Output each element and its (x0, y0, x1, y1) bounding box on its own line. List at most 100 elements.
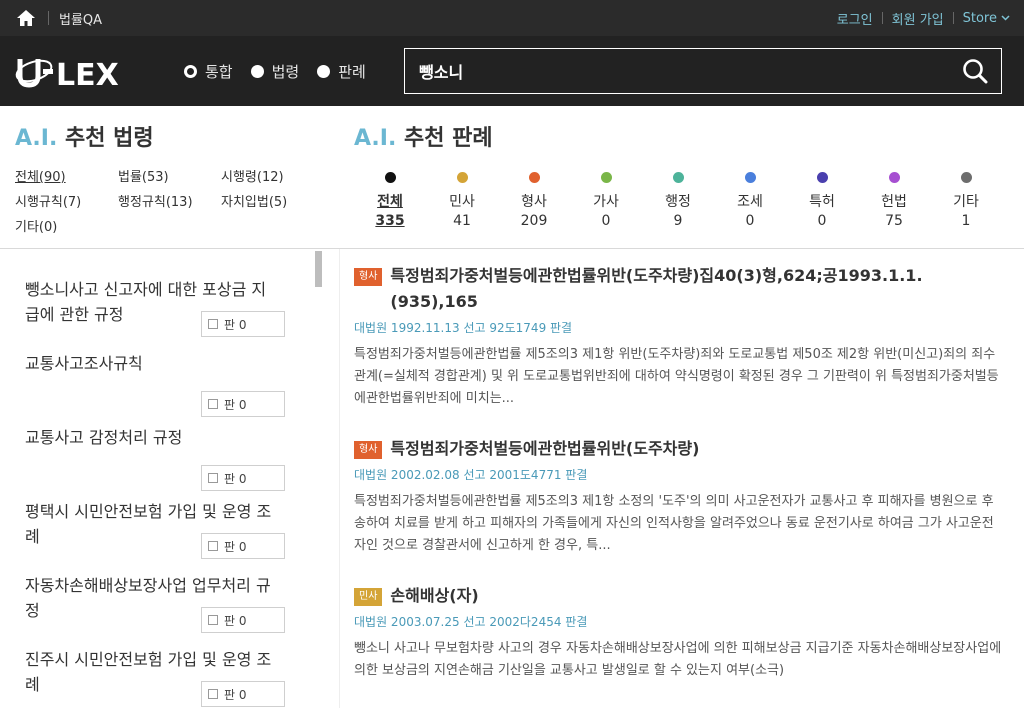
precedent-count-label: 판 0 (224, 613, 247, 628)
category-label: 조세 (737, 194, 763, 210)
category-dot-icon (672, 172, 684, 183)
radio-icon (250, 64, 264, 78)
law-title-link[interactable]: 교통사고 감정처리 규정 (25, 425, 275, 450)
law-type-admin-rule[interactable]: 행정규칙(13) (118, 191, 221, 210)
case-type-badge: 형사 (354, 268, 383, 286)
precedent-count-label: 판 0 (224, 471, 247, 486)
law-type-act[interactable]: 법률(53) (118, 166, 221, 185)
case-excerpt: 뺑소니 사고나 무보험차량 사고의 경우 자동차손해배상보장사업에 의한 피해보… (354, 641, 1002, 678)
case-citation[interactable]: 대법원 1992.11.13 선고 92도1749 판결 (354, 319, 1004, 336)
category-label: 전체 (377, 194, 403, 210)
case-category-tab[interactable]: 특허 0 (786, 172, 858, 229)
chevron-down-icon (1001, 15, 1010, 21)
law-title-link[interactable]: 교통사고조사규칙 (25, 351, 275, 376)
case-title-link[interactable]: 특정범죄가중처벌등에관한법률위반(도주차량) (390, 436, 699, 462)
checkbox[interactable] (208, 615, 218, 625)
content-area: 뺑소니사고 신고자에 대한 포상금 지급에 관한 규정 판 0 교통사고조사규칙 판 … (0, 249, 1024, 708)
law-type-all[interactable]: 전체(90) (15, 166, 118, 185)
logo[interactable]: LEX (14, 52, 184, 90)
case-category-tab[interactable]: 행정 9 (642, 172, 714, 229)
category-count: 41 (453, 213, 471, 229)
category-dot-icon (888, 172, 900, 183)
case-category-tab[interactable]: 조세 0 (714, 172, 786, 229)
case-title-link[interactable]: 손해배상(자) (390, 583, 478, 609)
category-dot-icon (456, 172, 468, 183)
law-type-etc[interactable]: 기타(0) (15, 216, 118, 235)
logo-mark: LEX (15, 58, 119, 90)
category-dot-icon (816, 172, 828, 183)
divider (881, 12, 883, 24)
recommended-law-list: 뺑소니사고 신고자에 대한 포상금 지급에 관한 규정 판 0 교통사고조사규칙 판 … (0, 249, 340, 708)
precedent-count-toggle[interactable]: 판 0 (201, 681, 285, 707)
search-input[interactable]: 뺑소니 (419, 59, 961, 83)
checkbox[interactable] (208, 541, 218, 551)
case-category-tab[interactable]: 민사 41 (426, 172, 498, 229)
case-category-tab[interactable]: 형사 209 (498, 172, 570, 229)
law-list-item: 자동차손해배상보장사업 업무처리 규정 판 0 (25, 573, 295, 633)
heading-text: 추천 법령 (65, 126, 154, 151)
case-category-tab[interactable]: 가사 0 (570, 172, 642, 229)
breadcrumb[interactable]: 법률QA (59, 9, 102, 28)
scope-option-integrated[interactable]: 통합 (184, 61, 233, 82)
checkbox[interactable] (208, 399, 218, 409)
category-label: 헌법 (881, 194, 907, 210)
precedent-count-toggle[interactable]: 판 0 (201, 465, 285, 491)
law-filter-panel: A.I. 추천 법령 전체(90) 법률(53) 시행령(12) 시행규칙(7)… (0, 106, 340, 248)
case-citation[interactable]: 대법원 2003.07.25 선고 2002다2454 판결 (354, 613, 1004, 630)
recommended-case-list: 형사 특정범죄가중처벌등에관한법률위반(도주차량)집40(3)형,624;공199… (340, 249, 1024, 708)
precedent-count-toggle[interactable]: 판 0 (201, 607, 285, 633)
checkbox[interactable] (208, 473, 218, 483)
law-list-item: 뺑소니사고 신고자에 대한 포상금 지급에 관한 규정 판 0 (25, 277, 295, 337)
checkbox[interactable] (208, 689, 218, 699)
case-filter-panel: A.I. 추천 판례 전체 335 민사 41 형사 209 가사 0 행정 9 조세 0 특허 0 헌법 7… (340, 106, 1024, 248)
scope-option-precedent[interactable]: 판례 (317, 61, 366, 82)
store-menu[interactable]: Store (963, 11, 1010, 26)
precedent-count-toggle[interactable]: 판 0 (201, 533, 285, 559)
home-icon[interactable] (14, 6, 38, 30)
law-filter-heading: A.I. 추천 법령 (15, 120, 340, 152)
case-excerpt: 특정범죄가중처벌등에관한법률 제5조의3 제1항 위반(도주차량)죄와 도로교통… (354, 347, 999, 406)
scope-label: 판례 (338, 62, 366, 81)
precedent-count-label: 판 0 (224, 397, 247, 412)
main-header: LEX 통합 법령 판례 뺑소니 (0, 36, 1024, 106)
ai-prefix: A.I. (15, 126, 58, 151)
divider (48, 11, 49, 25)
radio-icon (317, 64, 331, 78)
case-category-tab[interactable]: 헌법 75 (858, 172, 930, 229)
category-count: 0 (601, 213, 611, 229)
precedent-count-label: 판 0 (224, 687, 247, 702)
category-label: 특허 (809, 194, 835, 210)
law-type-local[interactable]: 자치입법(5) (221, 191, 331, 210)
top-utility-bar: 법률QA 로그인 회원 가입 Store (0, 0, 1024, 36)
law-list-item: 진주시 시민안전보험 가입 및 운영 조례 판 0 (25, 647, 295, 707)
ai-prefix: A.I. (354, 126, 397, 151)
case-citation[interactable]: 대법원 2002.02.08 선고 2001도4771 판결 (354, 466, 1004, 483)
category-dot-icon (528, 172, 540, 183)
precedent-count-toggle[interactable]: 판 0 (201, 391, 285, 417)
category-dot-icon (744, 172, 756, 183)
search-box[interactable]: 뺑소니 (404, 48, 1002, 94)
law-type-rule[interactable]: 시행규칙(7) (15, 191, 118, 210)
category-label: 행정 (665, 194, 691, 210)
checkbox[interactable] (208, 319, 218, 329)
store-label: Store (962, 10, 997, 26)
case-category-tab[interactable]: 전체 335 (354, 172, 426, 229)
category-label: 형사 (521, 194, 547, 210)
case-result-item: 민사 손해배상(자) 대법원 2003.07.25 선고 2002다2454 판결 뺑… (354, 583, 1004, 682)
case-category-tab[interactable]: 기타 1 (930, 172, 1002, 229)
law-type-decree[interactable]: 시행령(12) (221, 166, 331, 185)
scope-option-law[interactable]: 법령 (250, 61, 299, 82)
scrollbar-thumb[interactable] (315, 251, 322, 287)
heading-text: 추천 판례 (404, 126, 493, 151)
category-count: 0 (817, 213, 827, 229)
login-link[interactable]: 로그인 (837, 9, 873, 28)
signup-link[interactable]: 회원 가입 (892, 9, 944, 28)
case-title-link[interactable]: 특정범죄가중처벌등에관한법률위반(도주차량)집40(3)형,624;공1993.… (390, 263, 1004, 315)
category-count: 9 (673, 213, 683, 229)
precedent-count-toggle[interactable]: 판 0 (201, 311, 285, 337)
category-count: 0 (745, 213, 755, 229)
case-filter-heading: A.I. 추천 판례 (354, 120, 1024, 152)
precedent-count-label: 판 0 (224, 539, 247, 554)
search-icon[interactable] (961, 57, 989, 85)
case-excerpt: 특정범죄가중처벌등에관한법률 제5조의3 제1항 소정의 '도주'의 의미 사고… (354, 494, 994, 553)
